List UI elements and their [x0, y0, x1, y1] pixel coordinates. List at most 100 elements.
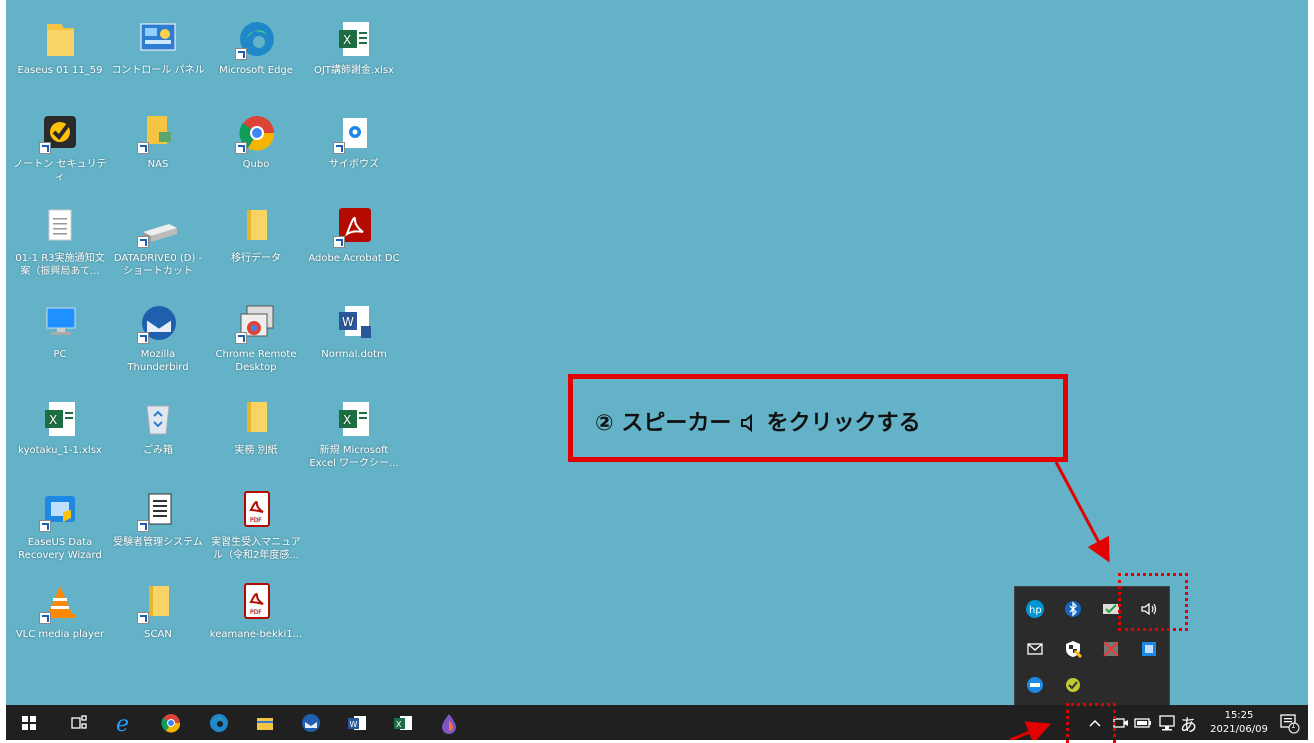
- start-windows-icon[interactable]: [18, 712, 40, 734]
- chrome-taskbar-icon[interactable]: [160, 712, 182, 734]
- desktop-icon-cybozu[interactable]: サイボウズ: [306, 112, 402, 171]
- icon-label: keamane-bekki1...: [209, 629, 303, 640]
- excel-file-icon: X: [39, 398, 81, 440]
- desktop-icon-normal-dotm[interactable]: W Normal.dotm: [306, 302, 402, 361]
- word-taskbar-icon[interactable]: W: [346, 712, 368, 734]
- desktop-icon-easeus-folder[interactable]: Easeus 01 11_59: [12, 18, 108, 77]
- icon-label: Chrome Remote Desktop: [215, 349, 297, 373]
- icon-label: 実習生受入マニュアル（令和2年度感...: [211, 537, 301, 561]
- desktop-icon-kyotaku-xlsx[interactable]: X kyotaku_1-1.xlsx: [12, 398, 108, 457]
- desktop-icon-acrobat[interactable]: Adobe Acrobat DC: [306, 206, 402, 265]
- easeus-recovery-icon: [39, 490, 81, 532]
- desktop-icon-edge[interactable]: Microsoft Edge: [208, 18, 304, 77]
- icon-label: 01-1 R3実施通知文案（振興局あて...: [15, 253, 105, 277]
- computer-icon: [39, 302, 81, 344]
- clock-date: 2021/06/09: [1210, 724, 1268, 735]
- shortcut-arrow-icon: [235, 142, 247, 154]
- edge-sync-icon[interactable]: [1025, 675, 1045, 695]
- folder-icon: [235, 398, 277, 440]
- pdf-icon: PDF: [235, 582, 277, 624]
- desktop-icon-jitsumu-folder[interactable]: 実務 別紙: [208, 398, 304, 457]
- file-explorer-icon[interactable]: [254, 712, 276, 734]
- svg-text:e: e: [116, 712, 129, 734]
- desktop-icon-norton[interactable]: ノートン セキュリティ: [12, 112, 108, 184]
- shortcut-arrow-icon: [333, 236, 345, 248]
- desktop-icon-keamane-pdf[interactable]: PDF keamane-bekki1...: [208, 582, 304, 641]
- desktop-icon-chrome-remote-desktop[interactable]: Chrome Remote Desktop: [208, 302, 304, 374]
- svg-text:W: W: [350, 720, 358, 729]
- desktop-icon-datadrive[interactable]: DATADRIVE0 (D) - ショートカット: [110, 206, 206, 278]
- icon-label: OJT講師謝金.xlsx: [314, 65, 394, 76]
- desktop-icon-pc[interactable]: PC: [12, 302, 108, 361]
- shortcut-arrow-icon: [235, 48, 247, 60]
- speaker-highlight-box: [1118, 573, 1188, 631]
- icon-label: 受験者管理システム: [113, 537, 203, 548]
- desktop-icon-easeus-recovery[interactable]: EaseUS Data Recovery Wizard: [12, 490, 108, 562]
- folder-icon: [235, 206, 277, 248]
- desktop-icon-vlc[interactable]: VLC media player: [12, 582, 108, 641]
- icon-label: Mozilla Thunderbird: [127, 349, 189, 373]
- network-status-icon[interactable]: [1139, 639, 1159, 659]
- desktop-icon-trainee-manual-pdf[interactable]: PDF 実習生受入マニュアル（令和2年度感...: [208, 490, 304, 562]
- callout-speaker-text: スピーカー: [621, 411, 732, 436]
- thunderbird-icon: [137, 302, 179, 344]
- battery-icon[interactable]: [1132, 712, 1154, 734]
- task-view-icon[interactable]: [68, 712, 90, 734]
- callout-click-text: をクリックする: [766, 411, 921, 436]
- chrome-remote-desktop-icon: [235, 302, 277, 344]
- hp-icon[interactable]: hp: [1025, 599, 1045, 619]
- desktop-icon-exam-management[interactable]: 受験者管理システム: [110, 490, 206, 549]
- desktop-icon-scan[interactable]: SCAN: [110, 582, 206, 641]
- desktop-icon-recycle-bin[interactable]: ごみ箱: [110, 398, 206, 457]
- ime-mode-indicator[interactable]: あ: [1180, 711, 1197, 736]
- icon-label: VLC media player: [15, 629, 105, 640]
- excel-file-icon: X: [333, 18, 375, 60]
- shortcut-arrow-icon: [235, 332, 247, 344]
- mail-icon[interactable]: [1025, 639, 1045, 659]
- shortcut-arrow-icon: [39, 520, 51, 532]
- edge-taskbar-icon[interactable]: [208, 712, 230, 734]
- shortcut-arrow-icon: [39, 612, 51, 624]
- desktop-icon-thunderbird[interactable]: Mozilla Thunderbird: [110, 302, 206, 374]
- desktop-icon-control-panel[interactable]: コントロール パネル: [110, 18, 206, 77]
- svg-text:PDF: PDF: [250, 517, 262, 524]
- shield-warning-icon[interactable]: [1063, 639, 1083, 659]
- network-icon[interactable]: [1156, 712, 1178, 734]
- pdf-icon: PDF: [235, 490, 277, 532]
- desktop-icon-ojt-xlsx[interactable]: X OJT講師謝金.xlsx: [306, 18, 402, 77]
- icon-label: PC: [53, 349, 67, 360]
- desktop-icon-new-excel[interactable]: X 新規 Microsoft Excel ワークシー...: [306, 398, 402, 470]
- internet-explorer-icon[interactable]: e: [114, 712, 136, 737]
- network-folder-icon: [137, 112, 179, 154]
- shortcut-arrow-icon: [39, 142, 51, 154]
- drive-icon: [137, 206, 179, 248]
- speaker-outline-icon: [739, 411, 767, 436]
- icon-label: Normal.dotm: [321, 349, 387, 360]
- desktop-icon-r3-doc[interactable]: 01-1 R3実施通知文案（振興局あて...: [12, 206, 108, 278]
- icon-label: 新規 Microsoft Excel ワークシー...: [309, 445, 399, 469]
- bluetooth-icon[interactable]: [1063, 599, 1083, 619]
- desktop-icon-qubo[interactable]: Qubo: [208, 112, 304, 171]
- desktop-icon-nas[interactable]: NAS: [110, 112, 206, 171]
- paint-drop-icon[interactable]: [438, 712, 460, 734]
- vlc-icon: [39, 582, 81, 624]
- text-document-icon: [39, 206, 81, 248]
- icon-label: 実務 別紙: [234, 445, 278, 456]
- chrome-icon: [235, 112, 277, 154]
- disabled-app-icon[interactable]: [1101, 639, 1121, 659]
- excel-taskbar-icon[interactable]: X: [392, 712, 414, 734]
- shortcut-arrow-icon: [137, 612, 149, 624]
- svg-text:hp: hp: [1029, 605, 1042, 616]
- icon-label: NAS: [147, 159, 169, 170]
- check-tool-icon[interactable]: [1063, 675, 1083, 695]
- action-center-notification-icon[interactable]: 1: [1278, 712, 1300, 734]
- icon-label: Adobe Acrobat DC: [308, 253, 400, 264]
- taskbar-clock[interactable]: 15:25 2021/06/09: [1209, 709, 1269, 737]
- icon-label: コントロール パネル: [111, 65, 205, 76]
- thunderbird-taskbar-icon[interactable]: [300, 712, 322, 734]
- desktop-icon-migration-data[interactable]: 移行データ: [208, 206, 304, 265]
- edge-icon: [235, 18, 277, 60]
- icon-label: Microsoft Edge: [219, 65, 293, 76]
- icon-label: kyotaku_1-1.xlsx: [18, 445, 102, 456]
- word-template-icon: W: [333, 302, 375, 344]
